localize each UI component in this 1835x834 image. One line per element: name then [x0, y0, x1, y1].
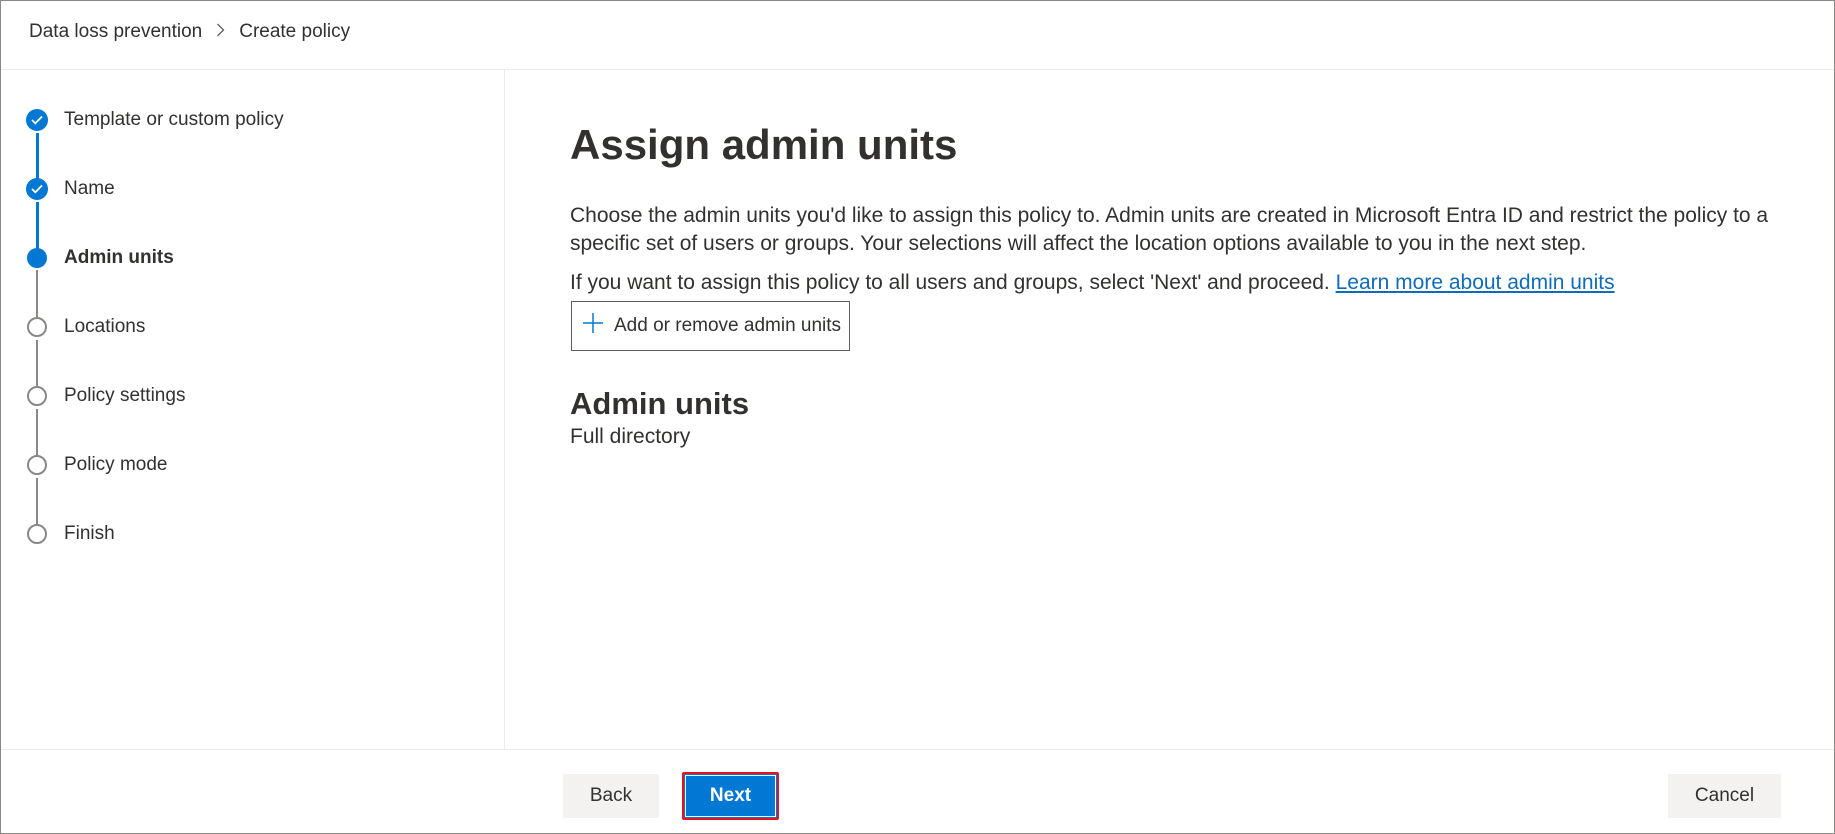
- step-label: Name: [64, 178, 115, 199]
- page-title: Assign admin units: [570, 121, 958, 168]
- step-label: Policy mode: [64, 454, 168, 475]
- step-label: Admin units: [64, 247, 174, 268]
- breadcrumb: Data loss prevention Create policy: [29, 21, 350, 43]
- step-admin-units[interactable]: Admin units: [26, 245, 174, 271]
- step-connector: [36, 340, 38, 389]
- step-template-or-custom-policy[interactable]: Template or custom policy: [26, 107, 284, 133]
- step-name[interactable]: Name: [26, 176, 115, 202]
- step-label: Policy settings: [64, 385, 186, 406]
- pending-step-circle-icon: [27, 317, 47, 337]
- plus-icon: [582, 312, 604, 340]
- breadcrumb-create-policy: Create policy: [239, 21, 351, 42]
- step-connector: [36, 202, 39, 251]
- admin-units-value: Full directory: [570, 424, 691, 448]
- step-finish[interactable]: Finish: [26, 521, 115, 547]
- step-label: Locations: [64, 316, 146, 337]
- header: Data loss prevention Create policy: [1, 1, 1834, 70]
- step-connector: [36, 409, 38, 458]
- checkmark-icon: [26, 178, 48, 200]
- step-policy-mode[interactable]: Policy mode: [26, 452, 168, 478]
- step-label: Template or custom policy: [64, 109, 284, 130]
- footer: Back Next Cancel: [1, 749, 1834, 833]
- cancel-button[interactable]: Cancel: [1668, 774, 1781, 818]
- add-button-label: Add or remove admin units: [614, 315, 842, 337]
- step-policy-settings[interactable]: Policy settings: [26, 383, 185, 409]
- checkmark-icon: [26, 109, 48, 131]
- admin-units-heading: Admin units: [570, 386, 750, 422]
- learn-more-link[interactable]: Learn more about admin units: [1336, 271, 1615, 294]
- step-connector: [36, 478, 38, 527]
- step-connector: [36, 270, 38, 319]
- description-text: If you want to assign this policy to all…: [570, 271, 1336, 295]
- step-connector: [36, 133, 39, 182]
- pending-step-circle-icon: [27, 455, 47, 475]
- page-description: Choose the admin units you'd like to ass…: [570, 204, 1769, 256]
- breadcrumb-data-loss-prevention[interactable]: Data loss prevention: [29, 21, 202, 43]
- next-button[interactable]: Next: [682, 772, 779, 820]
- step-locations[interactable]: Locations: [26, 314, 145, 340]
- current-step-dot-icon: [27, 248, 47, 268]
- add-or-remove-admin-units-button[interactable]: Add or remove admin units: [571, 301, 851, 352]
- page-description-secondary: If you want to assign this policy to all…: [570, 269, 1815, 297]
- chevron-right-icon: [216, 23, 225, 42]
- wizard-steps-nav: Template or custom policy Name Admin uni…: [1, 70, 505, 749]
- pending-step-circle-icon: [27, 524, 47, 544]
- back-button[interactable]: Back: [563, 774, 659, 818]
- pending-step-circle-icon: [27, 386, 47, 406]
- main-content: Assign admin units Choose the admin unit…: [570, 120, 1815, 449]
- step-label: Finish: [64, 523, 115, 544]
